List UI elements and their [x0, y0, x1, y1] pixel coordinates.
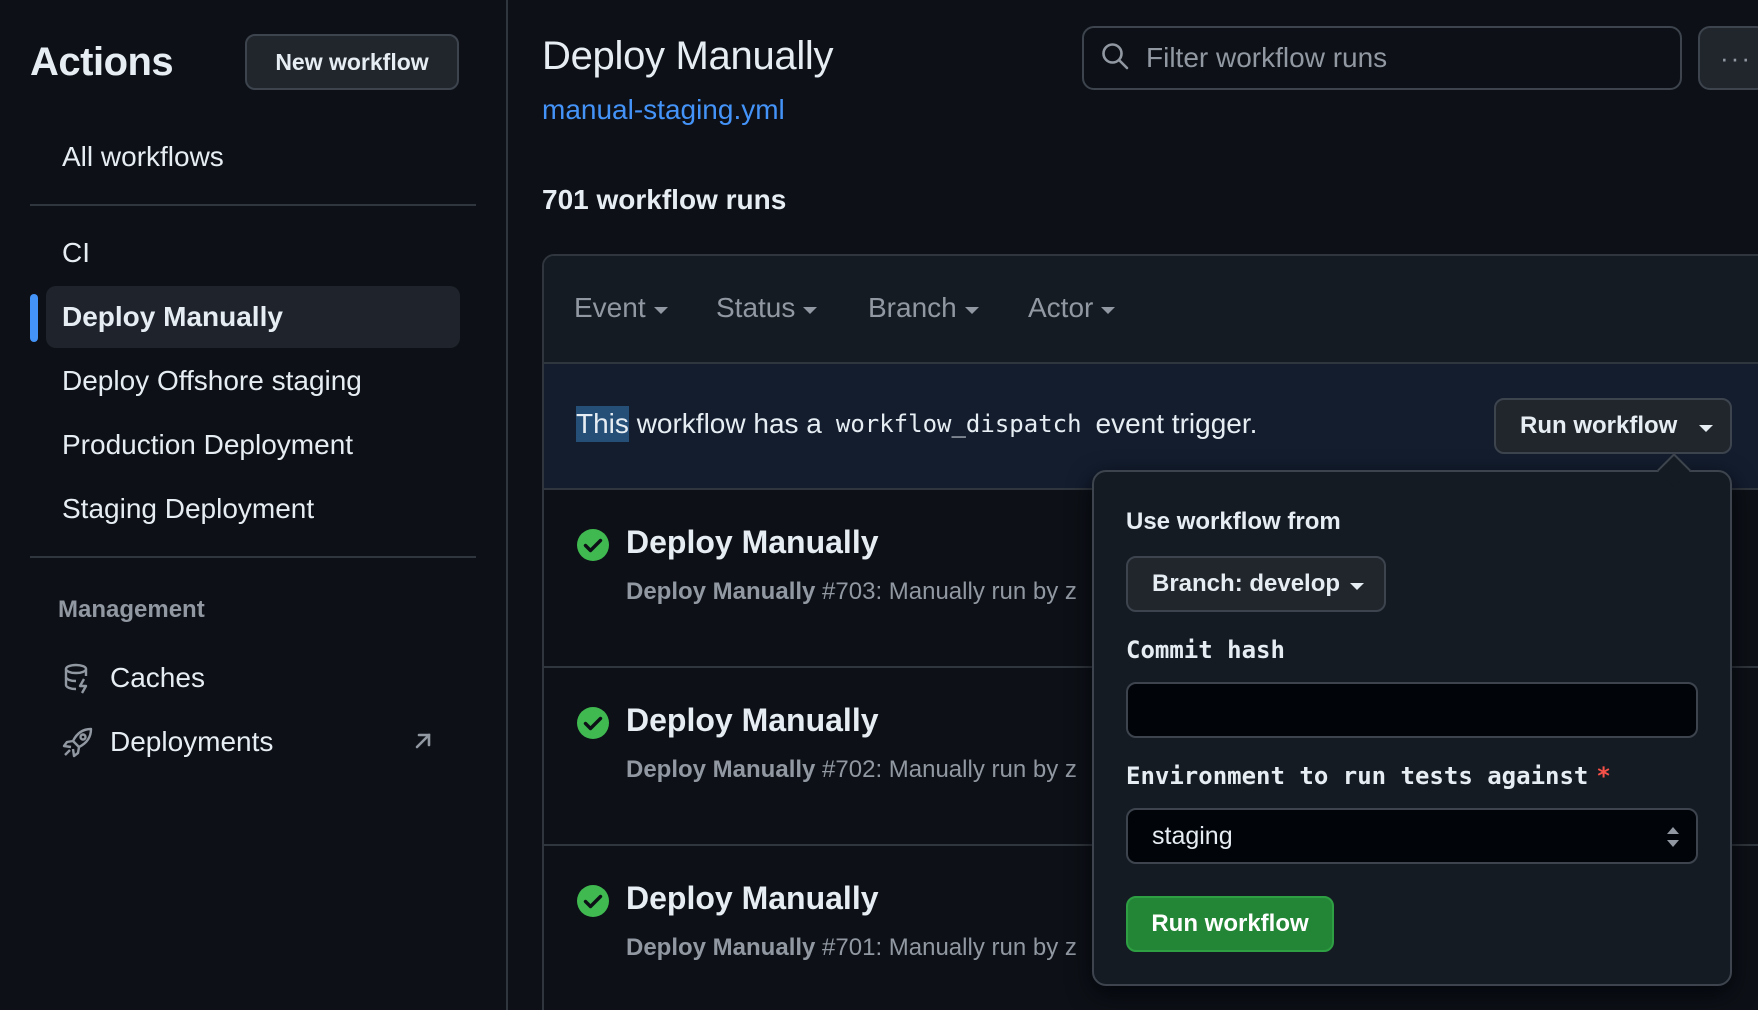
- commit-hash-input[interactable]: [1126, 682, 1698, 738]
- sidebar-item-ci[interactable]: CI: [46, 222, 460, 284]
- banner-text-after: event trigger.: [1095, 408, 1258, 439]
- environment-value: staging: [1152, 821, 1233, 850]
- selected-text: This: [576, 406, 629, 442]
- environment-label-text: Environment to run tests against: [1126, 762, 1589, 790]
- chevron-down-icon: [653, 306, 668, 314]
- commit-hash-label: Commit hash: [1126, 636, 1285, 664]
- sidebar-item-all-workflows[interactable]: All workflows: [46, 126, 460, 188]
- select-arrows-icon: [1666, 826, 1680, 848]
- filter-label: Event: [574, 292, 646, 323]
- sidebar-title: Actions: [30, 40, 174, 84]
- sidebar-divider: [30, 556, 476, 558]
- banner-text: This workflow has a workflow_dispatch even…: [576, 406, 1257, 442]
- new-workflow-button[interactable]: New workflow: [245, 34, 459, 90]
- sidebar-item-staging-deployment[interactable]: Staging Deployment: [46, 478, 460, 540]
- chevron-down-icon: [1699, 424, 1714, 432]
- run-title[interactable]: Deploy Manually: [626, 702, 879, 739]
- use-workflow-from-label: Use workflow from: [1126, 508, 1341, 535]
- workflow-file-link[interactable]: manual-staging.yml: [542, 94, 785, 126]
- chevron-down-icon: [1350, 582, 1365, 590]
- run-workflow-name: Deploy Manually: [626, 934, 816, 961]
- filter-bar: Event Status Branch Actor: [544, 256, 1758, 364]
- filter-label: Actor: [1028, 292, 1094, 323]
- search-icon: [1100, 41, 1130, 76]
- external-link-icon: [410, 728, 436, 754]
- run-meta: Deploy Manually #702: Manually run by z: [626, 756, 1077, 784]
- runs-count: 701 workflow runs: [542, 184, 787, 215]
- run-title[interactable]: Deploy Manually: [626, 880, 879, 917]
- filter-actor[interactable]: Actor: [1028, 292, 1116, 324]
- filter-label: Branch: [868, 292, 957, 323]
- search-box[interactable]: [1082, 26, 1682, 90]
- sidebar-item-deployments[interactable]: Deployments: [60, 714, 460, 770]
- environment-select[interactable]: staging: [1126, 808, 1698, 864]
- button-label: Run workflow: [1520, 412, 1678, 439]
- filter-branch[interactable]: Branch: [868, 292, 979, 324]
- run-workflow-name: Deploy Manually: [626, 578, 816, 605]
- run-meta: Deploy Manually #703: Manually run by z: [626, 578, 1077, 606]
- chevron-down-icon: [1101, 306, 1116, 314]
- sidebar-item-deploy-manually[interactable]: Deploy Manually: [46, 286, 460, 348]
- run-description: #701: Manually run by z: [822, 934, 1077, 961]
- sidebar: Actions New workflow All workflows CI De…: [0, 0, 508, 1010]
- sidebar-item-production-deployment[interactable]: Production Deployment: [46, 414, 460, 476]
- rocket-icon: [60, 724, 96, 760]
- more-options-button[interactable]: ···: [1698, 26, 1758, 90]
- filter-event[interactable]: Event: [574, 292, 668, 324]
- run-description: #702: Manually run by z: [822, 756, 1077, 783]
- required-mark: *: [1596, 762, 1611, 790]
- active-indicator: [30, 294, 38, 342]
- sidebar-divider: [30, 204, 476, 206]
- check-circle-icon: [576, 706, 610, 740]
- filter-status[interactable]: Status: [716, 292, 818, 324]
- check-circle-icon: [576, 528, 610, 562]
- sidebar-item-label: Caches: [110, 662, 205, 693]
- event-code: workflow_dispatch: [835, 410, 1082, 438]
- search-input[interactable]: [1146, 42, 1666, 74]
- database-icon: [60, 660, 96, 696]
- sidebar-item-deploy-offshore-staging[interactable]: Deploy Offshore staging: [46, 350, 460, 412]
- management-heading: Management: [58, 596, 205, 623]
- check-circle-icon: [576, 884, 610, 918]
- page-title: Deploy Manually: [542, 34, 834, 78]
- chevron-down-icon: [964, 306, 979, 314]
- chevron-down-icon: [803, 306, 818, 314]
- sidebar-item-caches[interactable]: Caches: [60, 650, 460, 706]
- branch-label: Branch: develop: [1152, 570, 1341, 597]
- run-workflow-popover: Use workflow from Branch: develop Commit…: [1092, 470, 1732, 986]
- environment-label: Environment to run tests against *: [1126, 762, 1611, 790]
- filter-label: Status: [716, 292, 796, 323]
- run-description: #703: Manually run by z: [822, 578, 1077, 605]
- run-workflow-submit-button[interactable]: Run workflow: [1126, 896, 1334, 952]
- sidebar-item-label: Deployments: [110, 726, 274, 757]
- run-workflow-dropdown-button[interactable]: Run workflow: [1494, 398, 1732, 454]
- banner-text-before: workflow has a: [636, 408, 822, 439]
- branch-select-button[interactable]: Branch: develop: [1126, 556, 1386, 612]
- run-title[interactable]: Deploy Manually: [626, 524, 879, 561]
- run-workflow-name: Deploy Manually: [626, 756, 816, 783]
- run-meta: Deploy Manually #701: Manually run by z: [626, 934, 1077, 962]
